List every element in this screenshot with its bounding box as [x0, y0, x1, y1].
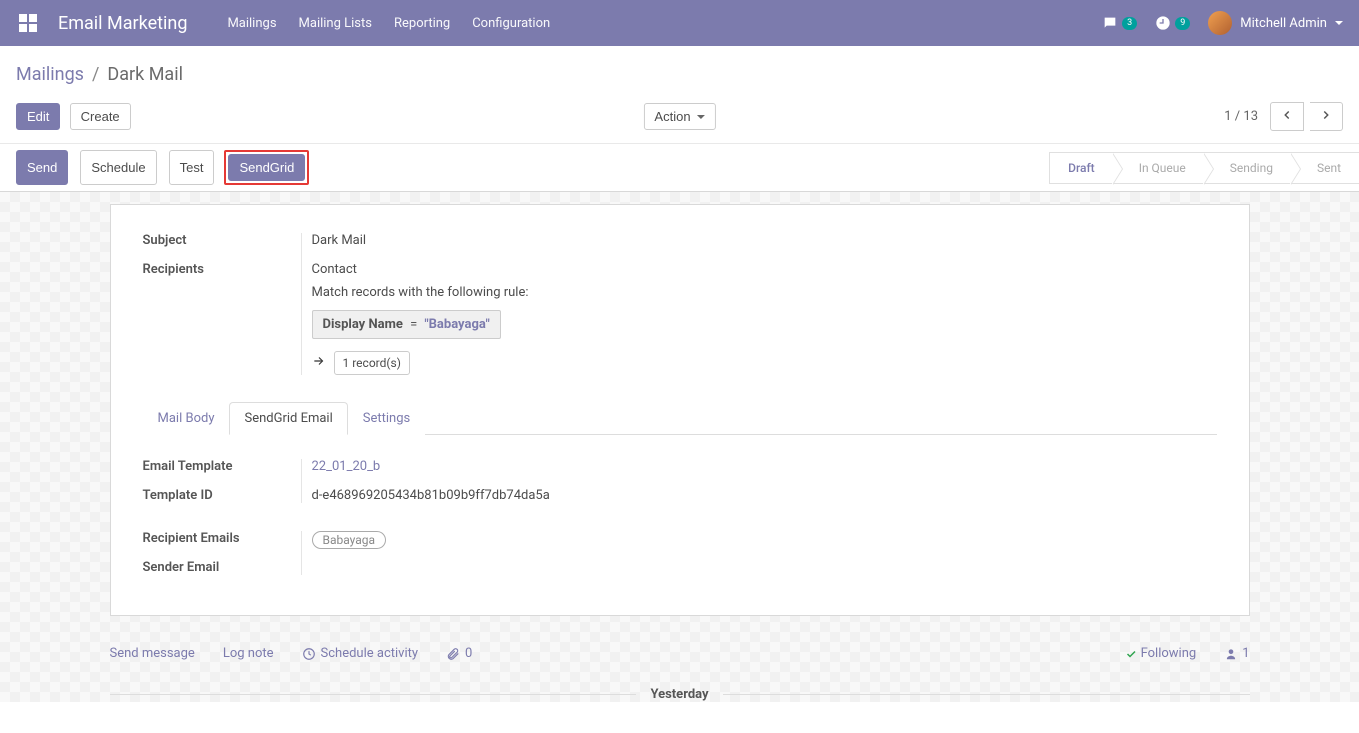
- template-id-label: Template ID: [143, 488, 293, 503]
- test-button[interactable]: Test: [169, 150, 215, 185]
- domain-rule: Display Name = "Babayaga": [312, 310, 501, 339]
- followers-button[interactable]: 1: [1224, 646, 1249, 661]
- messages-badge: 3: [1122, 17, 1137, 30]
- attachments-button[interactable]: 0: [446, 646, 472, 661]
- following-button[interactable]: Following: [1125, 646, 1197, 661]
- user-name: Mitchell Admin: [1240, 16, 1327, 31]
- arrow-right-icon: [312, 354, 326, 372]
- nav-mailing-lists[interactable]: Mailing Lists: [299, 16, 372, 31]
- person-icon: [1224, 647, 1238, 661]
- chatter: Send message Log note Schedule activity …: [110, 640, 1250, 702]
- pager-prev-button[interactable]: [1270, 102, 1304, 131]
- activities-icon[interactable]: 9: [1155, 15, 1190, 31]
- recipients-label: Recipients: [143, 262, 293, 277]
- edit-button[interactable]: Edit: [16, 103, 60, 130]
- breadcrumb-parent[interactable]: Mailings: [16, 64, 84, 85]
- pager: 1 / 13: [1224, 102, 1343, 131]
- breadcrumb-current: Dark Mail: [107, 64, 183, 85]
- step-sending[interactable]: Sending: [1204, 152, 1291, 184]
- status-bar-row: Send Schedule Test SendGrid Draft In Que…: [0, 143, 1359, 192]
- recipients-value: Contact: [312, 262, 1217, 277]
- nav-configuration[interactable]: Configuration: [472, 16, 550, 31]
- check-icon: [1125, 648, 1137, 660]
- user-menu[interactable]: Mitchell Admin: [1208, 11, 1343, 35]
- top-nav: Email Marketing Mailings Mailing Lists R…: [0, 0, 1359, 46]
- pager-text[interactable]: 1 / 13: [1224, 109, 1258, 124]
- tab-settings[interactable]: Settings: [348, 402, 425, 435]
- match-rule-text: Match records with the following rule:: [312, 285, 1217, 300]
- step-in-queue[interactable]: In Queue: [1113, 152, 1204, 184]
- apps-menu-icon[interactable]: [16, 11, 40, 35]
- activities-badge: 9: [1175, 17, 1190, 30]
- avatar: [1208, 11, 1232, 35]
- app-title[interactable]: Email Marketing: [58, 13, 187, 34]
- step-draft[interactable]: Draft: [1049, 152, 1113, 184]
- send-button[interactable]: Send: [16, 150, 68, 185]
- template-id-value: d-e468969205434b81b09b9ff7db74da5a: [312, 488, 1217, 503]
- control-panel: Mailings / Dark Mail Edit Create Action …: [0, 46, 1359, 133]
- subject-label: Subject: [143, 233, 293, 248]
- action-dropdown[interactable]: Action: [643, 103, 715, 130]
- step-sent[interactable]: Sent: [1291, 152, 1359, 184]
- messages-icon[interactable]: 3: [1102, 15, 1137, 31]
- nav-mailings[interactable]: Mailings: [227, 16, 276, 31]
- paperclip-icon: [446, 647, 460, 661]
- email-template-value[interactable]: 22_01_20_b: [312, 459, 381, 474]
- log-note-button[interactable]: Log note: [223, 646, 274, 661]
- rule-value: "Babayaga": [424, 317, 489, 332]
- schedule-activity-button[interactable]: Schedule activity: [302, 646, 419, 661]
- record-count-button[interactable]: 1 record(s): [334, 351, 410, 375]
- rule-field: Display Name: [323, 317, 403, 332]
- subject-value: Dark Mail: [312, 233, 1217, 248]
- form-sheet: Subject Recipients Dark Mail Contact Mat…: [110, 204, 1250, 616]
- recipient-tag[interactable]: Babayaga: [312, 531, 387, 549]
- schedule-button[interactable]: Schedule: [80, 150, 156, 185]
- send-message-button[interactable]: Send message: [110, 646, 195, 661]
- edit-create-group: Edit Create: [16, 103, 131, 130]
- breadcrumb-separator: /: [92, 64, 99, 85]
- day-separator: Yesterday: [110, 687, 1250, 702]
- tab-content: Email Template Template ID 22_01_20_b d-…: [143, 435, 1217, 575]
- pager-next-button[interactable]: [1310, 102, 1343, 131]
- sendgrid-highlight: SendGrid: [224, 150, 309, 185]
- tabs: Mail Body SendGrid Email Settings: [143, 401, 1217, 435]
- tab-sendgrid-email[interactable]: SendGrid Email: [229, 402, 347, 435]
- tab-mail-body[interactable]: Mail Body: [143, 402, 230, 435]
- breadcrumb: Mailings / Dark Mail: [16, 64, 1343, 85]
- sender-email-label: Sender Email: [143, 560, 293, 575]
- status-steps: Draft In Queue Sending Sent: [1049, 152, 1359, 184]
- email-template-label: Email Template: [143, 459, 293, 474]
- nav-reporting[interactable]: Reporting: [394, 16, 450, 31]
- form-view: Subject Recipients Dark Mail Contact Mat…: [0, 192, 1359, 702]
- nav-menu: Mailings Mailing Lists Reporting Configu…: [227, 16, 550, 31]
- chevron-down-icon: [1335, 21, 1343, 25]
- clock-icon: [302, 647, 316, 661]
- rule-op: =: [410, 317, 417, 332]
- create-button[interactable]: Create: [70, 103, 131, 130]
- sendgrid-button[interactable]: SendGrid: [228, 154, 305, 181]
- recipient-emails-label: Recipient Emails: [143, 531, 293, 546]
- day-label: Yesterday: [636, 687, 722, 702]
